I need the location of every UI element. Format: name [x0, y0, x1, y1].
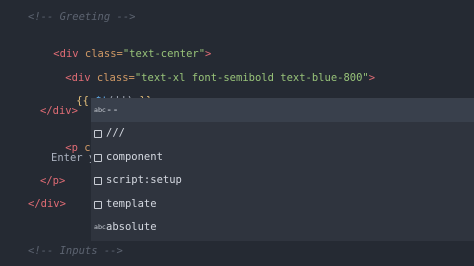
line-inner-div-end: </div> [40, 105, 78, 117]
suggestion-item[interactable]: /// [91, 122, 474, 145]
suggestion-item[interactable]: component [91, 146, 474, 169]
snippet-icon [94, 200, 102, 209]
line-enter-text: Enter y [51, 152, 96, 164]
line-div-open: <div class="text-center"> [28, 33, 211, 60]
line-div-end: </div> [28, 198, 66, 210]
autocomplete-popup[interactable]: abc -- /// component script:setup templa… [91, 98, 474, 241]
suggestion-item[interactable]: abc -- [91, 99, 474, 122]
suggestion-item[interactable]: template [91, 193, 474, 216]
snippet-icon [94, 176, 102, 185]
suggestion-label: component [106, 151, 163, 163]
snippet-icon [94, 153, 102, 162]
text-abc-icon: abc [94, 223, 106, 231]
suggestion-label: template [106, 198, 157, 210]
line-inner-div-open: <div class="text-xl font-semibold text-b… [40, 57, 375, 84]
line-mustache: {{ $t('') }} [51, 80, 152, 107]
suggestion-label: absolute [106, 221, 157, 233]
suggestion-item[interactable]: abc absolute [91, 216, 474, 239]
comment-inputs: <!-- Inputs --> [28, 245, 123, 257]
text-abc-icon: abc [94, 106, 106, 114]
line-p-end: </p> [40, 175, 66, 187]
suggestion-label: script:setup [106, 174, 182, 186]
suggestion-label: /// [106, 127, 125, 139]
suggestion-label: -- [106, 104, 119, 116]
attr-inner-value: "text-xl font-semibold text-blue-800" [134, 72, 369, 84]
suggestion-item[interactable]: script:setup [91, 169, 474, 192]
tag-inner-bracket: > [368, 72, 376, 84]
comment-greeting: <!-- Greeting --> [28, 11, 136, 23]
snippet-icon [94, 129, 102, 138]
